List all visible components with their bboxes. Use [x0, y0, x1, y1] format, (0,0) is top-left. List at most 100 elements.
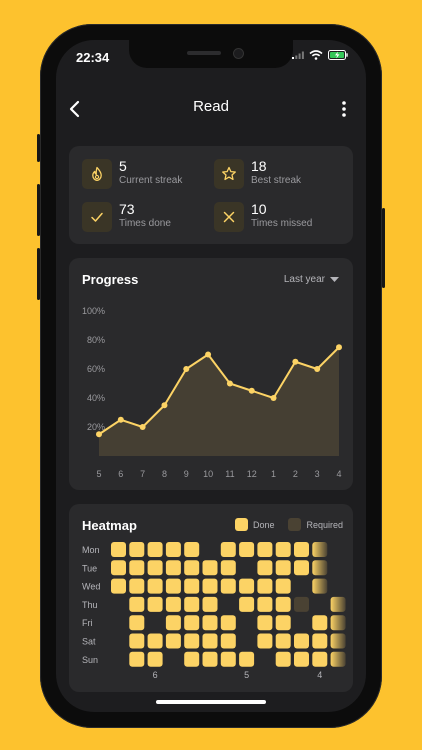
heatmap-cell[interactable]: [330, 596, 346, 612]
chart-point[interactable]: [270, 395, 277, 401]
heatmap-cell[interactable]: [257, 633, 273, 649]
heatmap-cell[interactable]: [294, 596, 309, 612]
heatmap-cell[interactable]: [165, 596, 181, 612]
status-time: 22:34: [76, 50, 110, 65]
heatmap-cell[interactable]: [330, 633, 346, 649]
power-button: [382, 208, 385, 288]
heatmap-cell[interactable]: [239, 651, 255, 667]
heatmap-cell[interactable]: [184, 615, 200, 631]
current-streak-value: 5: [119, 158, 127, 174]
heatmap-cell[interactable]: [165, 578, 181, 594]
heatmap-cell[interactable]: [220, 560, 236, 576]
heatmap-cell[interactable]: [111, 542, 126, 557]
heatmap-cell[interactable]: [184, 596, 200, 612]
heatmap-cell[interactable]: [312, 633, 328, 649]
chart-point[interactable]: [314, 366, 321, 372]
heatmap-cell[interactable]: [184, 651, 200, 667]
heatmap-cell[interactable]: [129, 596, 145, 612]
heatmap-cell[interactable]: [257, 615, 273, 631]
heatmap-cell[interactable]: [220, 578, 236, 594]
heatmap-cell[interactable]: [147, 651, 163, 667]
chart-point[interactable]: [205, 351, 212, 358]
heatmap-cell[interactable]: [294, 651, 309, 667]
chart-point[interactable]: [248, 387, 255, 394]
heatmap-cell[interactable]: [239, 596, 255, 612]
heatmap-cell[interactable]: [129, 615, 145, 631]
heatmap-cell[interactable]: [184, 560, 200, 576]
heatmap-cell[interactable]: [129, 651, 145, 667]
heatmap-cell[interactable]: [147, 633, 163, 649]
heatmap-cell[interactable]: [275, 596, 291, 612]
heatmap-cell[interactable]: [257, 578, 273, 594]
heatmap-cell[interactable]: [129, 633, 145, 649]
progress-chart: 100%80%60%40%20%5 6 7 8 9 10 11 12 1 2 3 4: [82, 306, 342, 479]
y-tick-label: 100%: [82, 306, 105, 316]
heatmap-cell[interactable]: [275, 560, 291, 576]
heatmap-cell[interactable]: [202, 560, 218, 576]
heatmap-day-label: Fri: [82, 618, 93, 628]
heatmap-cell[interactable]: [275, 542, 291, 557]
chart-point[interactable]: [96, 431, 102, 438]
heatmap-cell[interactable]: [257, 560, 273, 576]
heatmap-cell[interactable]: [312, 542, 328, 557]
heatmap-cell[interactable]: [111, 560, 126, 576]
chart-point[interactable]: [292, 358, 299, 365]
chart-point[interactable]: [139, 424, 146, 430]
heatmap-cell[interactable]: [147, 596, 163, 612]
heatmap-cell[interactable]: [312, 615, 328, 631]
heatmap-cell[interactable]: [129, 542, 145, 557]
heatmap-cell[interactable]: [202, 596, 218, 612]
chart-point[interactable]: [117, 416, 124, 423]
heatmap-cell[interactable]: [220, 651, 236, 667]
heatmap-cell[interactable]: [330, 615, 346, 631]
heatmap-cell[interactable]: [202, 578, 218, 594]
heatmap-cell[interactable]: [257, 596, 273, 612]
heatmap-cell[interactable]: [165, 542, 181, 557]
heatmap-cell[interactable]: [220, 615, 236, 631]
mute-switch: [37, 134, 40, 162]
heatmap-cell[interactable]: [129, 578, 145, 594]
heatmap-cell[interactable]: [312, 560, 328, 576]
heatmap-cell[interactable]: [312, 578, 328, 594]
heatmap-cell[interactable]: [165, 615, 181, 631]
more-options-icon[interactable]: [341, 100, 347, 118]
heatmap-cell[interactable]: [165, 560, 181, 576]
heatmap-cell[interactable]: [202, 633, 218, 649]
heatmap-cell[interactable]: [239, 542, 255, 557]
home-indicator[interactable]: [156, 700, 266, 704]
heatmap-cell[interactable]: [202, 651, 218, 667]
heatmap-cell[interactable]: [275, 578, 291, 594]
heatmap-cell[interactable]: [275, 615, 291, 631]
heatmap-cell[interactable]: [330, 651, 346, 667]
heatmap-cell[interactable]: [184, 578, 200, 594]
heatmap-cell[interactable]: [312, 651, 328, 667]
stat-current-streak: 5 Current streak: [82, 159, 182, 189]
heatmap-cell[interactable]: [184, 633, 200, 649]
heatmap-day-label: Mon: [82, 545, 100, 555]
heatmap-cell[interactable]: [239, 578, 255, 594]
chart-point[interactable]: [183, 366, 190, 372]
heatmap-cell[interactable]: [202, 615, 218, 631]
x-tick-label: 3: [315, 469, 320, 479]
x-tick-label: 1: [271, 469, 276, 479]
heatmap-cell[interactable]: [275, 651, 291, 667]
chart-point[interactable]: [161, 402, 168, 409]
chart-point[interactable]: [226, 380, 233, 387]
heatmap-cell[interactable]: [129, 560, 145, 576]
heatmap-cell[interactable]: [294, 542, 309, 557]
chart-point[interactable]: [336, 344, 342, 351]
heatmap-cell[interactable]: [147, 560, 163, 576]
heatmap-cell[interactable]: [275, 633, 291, 649]
heatmap-cell[interactable]: [257, 542, 273, 557]
heatmap-cell[interactable]: [220, 633, 236, 649]
heatmap-cell[interactable]: [294, 633, 309, 649]
heatmap-cell[interactable]: [111, 578, 126, 594]
heatmap-cell[interactable]: [220, 542, 236, 557]
heatmap-cell[interactable]: [184, 542, 200, 557]
times-missed-value: 10: [251, 201, 267, 217]
heatmap-cell[interactable]: [294, 560, 309, 576]
heatmap-cell[interactable]: [147, 578, 163, 594]
heatmap-cell[interactable]: [147, 542, 163, 557]
heatmap-card: Heatmap Done Required Mon Tue Wed Thu Fri Sat…: [69, 504, 353, 692]
heatmap-cell[interactable]: [165, 633, 181, 649]
